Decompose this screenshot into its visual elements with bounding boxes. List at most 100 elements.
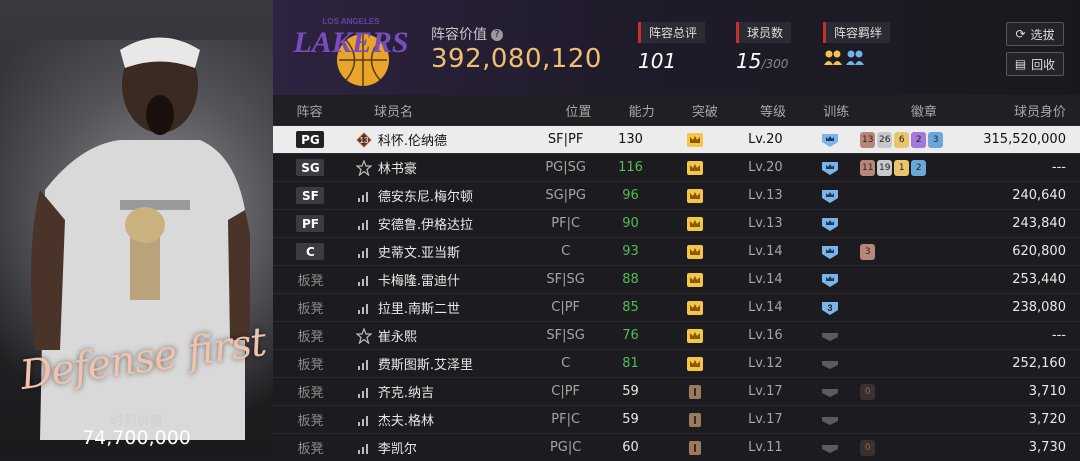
badge-count: 0 <box>860 439 876 456</box>
player-name: 史蒂文.亚当斯 <box>377 246 461 261</box>
breakthrough-cell[interactable] <box>661 272 731 288</box>
team-rating-label: 阵容总评 <box>638 22 706 43</box>
training-level-number: 3 <box>828 303 833 313</box>
col-rating[interactable]: 能力 <box>612 101 670 120</box>
col-name[interactable]: 球员名 <box>346 101 544 120</box>
player-name-cell[interactable]: 卡梅隆.雷迪什 <box>348 270 531 289</box>
training-cell[interactable] <box>800 132 860 148</box>
player-level: Lv.20 <box>748 132 783 147</box>
training-cell[interactable] <box>800 328 860 344</box>
training-cell[interactable] <box>800 188 860 204</box>
training-cell[interactable] <box>800 440 860 456</box>
table-row[interactable]: SF 德安东尼.梅尔顿 SG|PG 96 Lv.13 240,640 <box>273 181 1080 209</box>
player-name-cell[interactable]: 李凯尔 <box>348 438 531 457</box>
table-row[interactable]: 板凳 齐克.纳吉 C|PF 59 Lv.17 0 3,710 <box>273 377 1080 405</box>
crown-gold-icon <box>687 272 704 287</box>
breakthrough-cell[interactable] <box>661 412 731 428</box>
player-name-cell[interactable]: 齐克.纳吉 <box>348 382 531 401</box>
col-level[interactable]: 等级 <box>739 101 807 120</box>
player-level: Lv.13 <box>748 188 783 203</box>
training-cell[interactable]: 3 <box>800 300 860 316</box>
training-icon <box>822 133 839 147</box>
player-name-cell[interactable]: 安德鲁.伊格达拉 <box>348 214 531 233</box>
player-rating: 59 <box>622 412 639 427</box>
lineup-slot: 板凳 <box>273 326 348 345</box>
training-cell[interactable] <box>800 412 860 428</box>
player-name-cell[interactable]: 德安东尼.梅尔顿 <box>348 186 531 205</box>
training-cell[interactable] <box>800 384 860 400</box>
team-chemistry-label: 阵容羁绊 <box>823 22 891 43</box>
player-name: 李凯尔 <box>377 442 417 457</box>
roster-count: 球员数 15/300 <box>736 22 792 73</box>
player-level: Lv.14 <box>748 300 783 315</box>
col-breakthrough[interactable]: 突破 <box>671 101 739 120</box>
player-name-cell[interactable]: 13 科怀.伦纳德 <box>348 130 531 149</box>
badges-cell[interactable]: 13 26 6 2 3 <box>860 131 980 148</box>
breakthrough-cell[interactable] <box>661 132 731 148</box>
team-chemistry[interactable]: 阵容羁绊 <box>823 22 891 67</box>
badges-cell[interactable]: 0 <box>860 383 980 400</box>
training-empty-icon <box>822 416 839 425</box>
player-name-cell[interactable]: 拉里.南斯二世 <box>348 298 531 317</box>
table-row[interactable]: 板凳 崔永熙 SF|SG 76 Lv.16 --- <box>273 321 1080 349</box>
recycle-button[interactable]: ▤ 回收 <box>1006 52 1064 76</box>
table-row[interactable]: 板凳 拉里.南斯二世 C|PF 85 Lv.14 3 238,080 <box>273 293 1080 321</box>
col-position[interactable]: 位置 <box>544 101 612 120</box>
player-position: PG|SG <box>545 160 586 175</box>
logo-wordmark: LAKERS <box>292 26 408 59</box>
crown-gold-icon <box>687 160 704 175</box>
player-name-cell[interactable]: 崔永熙 <box>348 326 531 345</box>
training-icon <box>822 245 839 259</box>
table-row[interactable]: SG 林书豪 PG|SG 116 Lv.20 11 19 1 2 --- <box>273 153 1080 181</box>
player-name-cell[interactable]: 杰夫.格林 <box>348 410 531 429</box>
breakthrough-cell[interactable] <box>661 160 731 176</box>
breakthrough-cell[interactable] <box>661 328 731 344</box>
training-cell[interactable] <box>800 244 860 260</box>
breakthrough-cell[interactable] <box>661 216 731 232</box>
breakthrough-cell[interactable] <box>661 440 731 456</box>
badges-cell[interactable]: 0 <box>860 439 980 456</box>
roster-table: 阵容 球员名 位置 能力 突破 等级 训练 徽章 球员身价 PG 13 科怀.伦纳德… <box>273 95 1080 457</box>
table-row[interactable]: PF 安德鲁.伊格达拉 PF|C 90 Lv.13 243,840 <box>273 209 1080 237</box>
breakthrough-cell[interactable] <box>661 188 731 204</box>
player-name-cell[interactable]: 林书豪 <box>348 158 531 177</box>
lineup-slot: 板凳 <box>273 410 348 429</box>
position-badge: SF <box>296 187 325 204</box>
training-cell[interactable] <box>800 216 860 232</box>
team-logo: LOS ANGELES LAKERS <box>292 17 409 86</box>
player-name-cell[interactable]: 费斯图斯.艾泽里 <box>348 354 531 373</box>
signal-bars-icon <box>357 359 368 370</box>
help-icon[interactable]: ? <box>491 29 503 41</box>
player-name: 安德鲁.伊格达拉 <box>377 218 474 233</box>
player-level: Lv.20 <box>748 160 783 175</box>
col-value[interactable]: 球员身价 <box>982 101 1080 120</box>
col-badges[interactable]: 徽章 <box>865 101 982 120</box>
table-row[interactable]: C 史蒂文.亚当斯 C 93 Lv.14 3 620,800 <box>273 237 1080 265</box>
breakthrough-cell[interactable] <box>661 300 731 316</box>
badges-cell[interactable]: 11 19 1 2 <box>860 159 980 176</box>
player-name-cell[interactable]: 史蒂文.亚当斯 <box>348 242 531 261</box>
breakthrough-cell[interactable] <box>661 384 731 400</box>
player-value: 240,640 <box>1012 188 1066 203</box>
table-row[interactable]: PG 13 科怀.伦纳德 SF|PF 130 Lv.20 13 26 6 2 3 315,520,00… <box>273 125 1080 153</box>
training-cell[interactable] <box>800 160 860 176</box>
player-value: 3,720 <box>1028 412 1066 427</box>
col-lineup[interactable]: 阵容 <box>273 101 346 120</box>
player-value: 620,800 <box>1012 244 1066 259</box>
badge-count: 11 <box>860 159 876 176</box>
player-name: 科怀.伦纳德 <box>377 134 448 149</box>
col-training[interactable]: 训练 <box>807 101 865 120</box>
filter-button[interactable]: ⟳ 选拔 <box>1006 22 1064 46</box>
player-name: 崔永熙 <box>377 330 417 345</box>
table-row[interactable]: 板凳 费斯图斯.艾泽里 C 81 Lv.12 252,160 <box>273 349 1080 377</box>
breakthrough-cell[interactable] <box>661 356 731 372</box>
badges-cell[interactable]: 3 <box>860 243 980 260</box>
training-cell[interactable] <box>800 272 860 288</box>
table-row[interactable]: 板凳 杰夫.格林 PF|C 59 Lv.17 3,720 <box>273 405 1080 433</box>
featured-player-card[interactable]: Defense first 时刻价值 74,700,000 <box>0 0 273 457</box>
position-badge: PG <box>296 131 325 148</box>
training-cell[interactable] <box>800 356 860 372</box>
breakthrough-cell[interactable] <box>661 244 731 260</box>
table-row[interactable]: 板凳 卡梅隆.雷迪什 SF|SG 88 Lv.14 253,440 <box>273 265 1080 293</box>
lineup-slot: 板凳 <box>273 438 348 457</box>
